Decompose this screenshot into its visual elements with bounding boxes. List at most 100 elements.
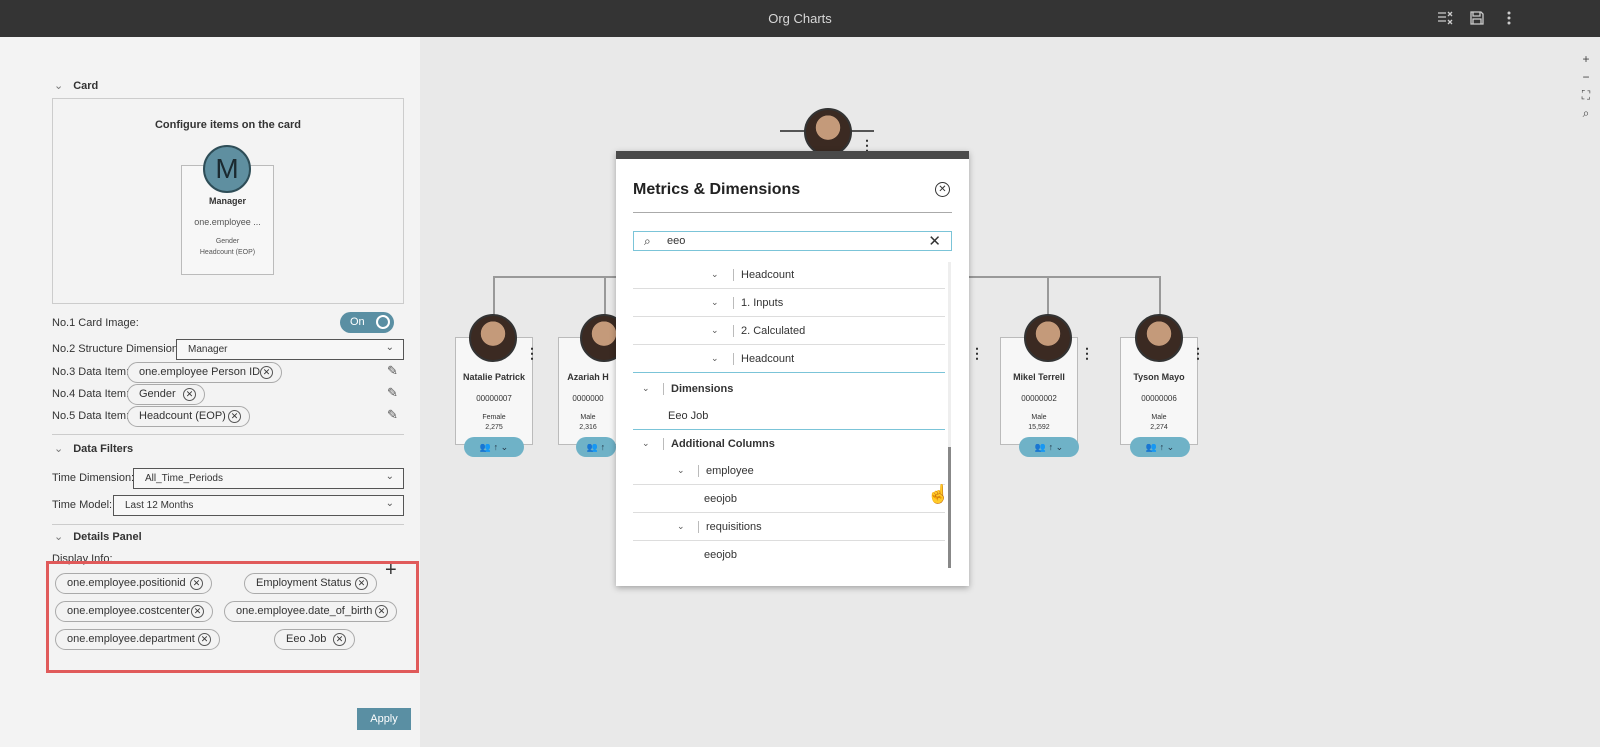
time-dimension-label: Time Dimension: xyxy=(52,472,135,484)
edit-pencil-icon[interactable]: ✎ xyxy=(387,407,401,422)
remove-icon[interactable]: ✕ xyxy=(183,388,196,401)
zoom-out-icon[interactable]: − xyxy=(1577,70,1595,88)
person-gender: Male xyxy=(1151,414,1167,421)
add-icon[interactable]: + xyxy=(385,560,397,580)
preview-line3: Headcount (EOP) xyxy=(199,249,256,256)
search-icon: ⌕ xyxy=(644,234,651,248)
tree-row-dimensions[interactable]: ⌄ Dimensions xyxy=(633,376,945,403)
search-input[interactable]: eeo xyxy=(667,235,685,247)
tree-row[interactable]: ⌄ Headcount xyxy=(633,262,945,289)
top-bar: Org Charts xyxy=(0,0,1600,37)
person-headcount: 15,592 xyxy=(1028,424,1050,431)
card-image-label: No.1 Card Image: xyxy=(52,317,139,329)
app-title: Org Charts xyxy=(768,11,832,26)
scrollbar[interactable] xyxy=(948,262,951,568)
card-section-header[interactable]: ⌄ Card xyxy=(54,79,98,92)
details-panel-header[interactable]: ⌄ Details Panel xyxy=(54,530,142,543)
person-name: Tyson Mayo xyxy=(1133,372,1185,382)
manager-avatar: M xyxy=(203,145,251,193)
remove-icon[interactable]: ✕ xyxy=(260,366,273,379)
structure-select[interactable]: Manager ⌄ xyxy=(176,339,404,360)
person-id: 00000007 xyxy=(476,394,512,403)
data-item-5-chip[interactable]: Headcount (EOP) ✕ xyxy=(127,406,250,427)
more-vertical-icon[interactable]: ⋮ xyxy=(1080,346,1094,360)
tree-row[interactable]: ⌄ Headcount xyxy=(633,346,945,373)
save-icon[interactable] xyxy=(1469,10,1485,26)
results-tree: ⌄ Headcount ⌄ 1. Inputs ⌄ 2. Calculated ⌄ He… xyxy=(633,262,945,568)
more-vertical-icon[interactable]: ⋮ xyxy=(1191,346,1205,360)
apply-button[interactable]: Apply xyxy=(357,708,411,730)
zoom-in-icon[interactable]: + xyxy=(1577,52,1595,70)
chevron-down-icon: ⌄ xyxy=(385,498,394,509)
person-name: Azariah H xyxy=(567,372,609,382)
data-item-3-chip[interactable]: one.employee Person ID ✕ xyxy=(127,362,282,383)
more-vertical-icon[interactable]: ⋮ xyxy=(970,346,984,360)
fit-screen-icon[interactable]: ⛶ xyxy=(1577,88,1595,106)
tree-row-eeojob[interactable]: eeojob xyxy=(633,542,945,568)
person-photo xyxy=(1024,314,1072,362)
person-id: 0000000 xyxy=(572,394,604,403)
person-gender: Male xyxy=(580,414,596,421)
person-photo xyxy=(1135,314,1183,362)
divider xyxy=(52,434,404,435)
manager-photo xyxy=(804,108,852,156)
preview-line2: Gender xyxy=(215,238,240,245)
tree-row-eeojob[interactable]: eeojob xyxy=(633,486,945,513)
person-expand-button[interactable]: 👥 ↑ xyxy=(576,437,616,457)
person-name: Mikel Terrell xyxy=(1013,372,1065,382)
time-model-label: Time Model: xyxy=(52,499,113,511)
configure-title: Configure items on the card xyxy=(154,119,302,131)
tree-row-additional-columns[interactable]: ⌄ Additional Columns xyxy=(633,431,945,458)
person-headcount: 2,316 xyxy=(579,424,597,431)
search-field[interactable]: ⌕ eeo ✕ xyxy=(633,231,952,251)
divider xyxy=(52,524,404,525)
remove-icon[interactable]: ✕ xyxy=(228,410,241,423)
time-dimension-select[interactable]: All_Time_Periods ⌄ xyxy=(133,468,404,489)
structure-label: No.2 Structure Dimension: xyxy=(52,343,181,355)
data-item-3-label: No.3 Data Item: xyxy=(52,366,130,378)
scrollbar-thumb[interactable] xyxy=(948,447,951,568)
data-item-4-label: No.4 Data Item: xyxy=(52,388,130,400)
filter-list-icon[interactable] xyxy=(1437,10,1453,26)
data-filters-header[interactable]: ⌄ Data Filters xyxy=(54,442,133,455)
tree-row-employee[interactable]: ⌄ employee xyxy=(633,458,945,485)
highlight-box xyxy=(46,561,419,673)
close-icon[interactable]: ✕ xyxy=(935,182,950,197)
card-image-toggle[interactable]: On xyxy=(340,312,394,333)
tree-row[interactable]: ⌄ 2. Calculated xyxy=(633,318,945,345)
metrics-dimensions-modal: Metrics & Dimensions ✕ ⌕ eeo ✕ ⌄ Headcoun… xyxy=(616,151,969,586)
more-vertical-icon[interactable]: ⋮ xyxy=(525,346,539,360)
preview-line1: one.employee ... xyxy=(194,217,261,227)
person-gender: Male xyxy=(1031,414,1047,421)
preview-name: Manager xyxy=(208,196,246,206)
modal-title: Metrics & Dimensions xyxy=(633,181,801,198)
person-photo xyxy=(469,314,517,362)
person-id: 00000006 xyxy=(1141,394,1177,403)
tree-row-eeo-job[interactable]: Eeo Job xyxy=(633,403,945,430)
time-model-select[interactable]: Last 12 Months ⌄ xyxy=(113,495,404,516)
data-item-4-chip[interactable]: Gender ✕ xyxy=(127,384,205,405)
data-item-5-label: No.5 Data Item: xyxy=(52,410,130,422)
more-vertical-icon[interactable] xyxy=(1501,10,1517,26)
person-headcount: 2,274 xyxy=(1150,424,1168,431)
person-expand-button[interactable]: 👥 ↑ ⌄ xyxy=(464,437,524,457)
toggle-knob xyxy=(376,315,390,329)
zoom-search-icon[interactable]: ⌕ xyxy=(1577,106,1595,124)
divider xyxy=(633,212,952,213)
hand-cursor-icon: ☝ xyxy=(927,484,950,504)
more-vertical-icon[interactable]: ⋮ xyxy=(860,138,874,152)
card-preview-box: Configure items on the card Manager one.… xyxy=(52,98,404,304)
person-headcount: 2,275 xyxy=(485,424,503,431)
person-id: 00000002 xyxy=(1021,394,1057,403)
person-gender: Female xyxy=(482,414,506,421)
edit-pencil-icon[interactable]: ✎ xyxy=(387,385,401,400)
chevron-down-icon: ⌄ xyxy=(385,471,394,482)
edit-pencil-icon[interactable]: ✎ xyxy=(387,363,401,378)
clear-icon[interactable]: ✕ xyxy=(928,232,941,250)
tree-row-requisitions[interactable]: ⌄ requisitions xyxy=(633,514,945,541)
chevron-down-icon: ⌄ xyxy=(385,342,394,353)
person-expand-button[interactable]: 👥 ↑ ⌄ xyxy=(1019,437,1079,457)
tree-row[interactable]: ⌄ 1. Inputs xyxy=(633,290,945,317)
person-expand-button[interactable]: 👥 ↑ ⌄ xyxy=(1130,437,1190,457)
person-name: Natalie Patrick xyxy=(462,372,526,382)
